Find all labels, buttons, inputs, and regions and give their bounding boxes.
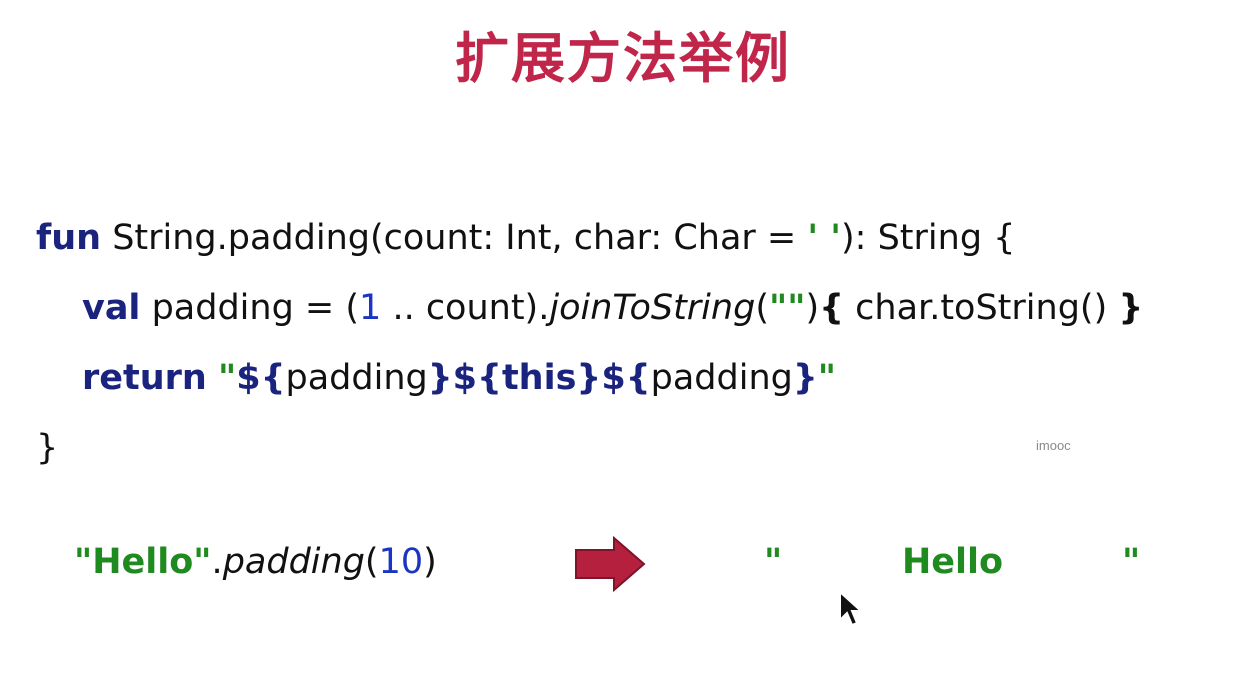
example-call: "Hello".padding(10) <box>74 534 437 590</box>
example-arg: 10 <box>378 542 424 582</box>
code-block: fun String.padding(count: Int, char: Cha… <box>36 212 1143 572</box>
watermark: imooc <box>1036 438 1071 453</box>
code-text: .. count). <box>381 288 550 328</box>
result-word: Hello <box>902 542 1004 582</box>
example-string: "Hello" <box>74 542 212 582</box>
slide: 扩展方法举例 fun String.padding(count: Int, ch… <box>0 0 1246 687</box>
template-close: } <box>427 358 453 398</box>
code-line-4: } <box>36 422 58 474</box>
keyword-val: val <box>82 288 141 328</box>
right-arrow-icon <box>575 536 646 592</box>
code-text: String.padding(count: Int, char: Char = <box>101 218 808 258</box>
keyword-fun: fun <box>36 218 102 258</box>
method-name: joinToString <box>549 288 756 328</box>
example-dot: . <box>211 542 223 582</box>
example-paren: ) <box>423 542 437 582</box>
number-literal: 1 <box>359 288 382 328</box>
string-quote: " <box>817 358 837 398</box>
template-open: ${ <box>236 358 286 398</box>
keyword-return: return <box>82 358 207 398</box>
result-quote-close: " <box>1122 542 1141 582</box>
code-line-1: fun String.padding(count: Int, char: Cha… <box>36 212 1015 264</box>
code-line-2: val padding = (1 .. count).joinToString(… <box>82 282 1143 334</box>
example-paren: ( <box>364 542 379 582</box>
template-close: } <box>576 358 602 398</box>
template-var: padding <box>650 358 793 398</box>
template-open: ${ <box>452 358 502 398</box>
slide-title: 扩展方法举例 <box>455 27 791 90</box>
template-close: } <box>792 358 818 398</box>
string-literal: "" <box>768 288 806 328</box>
result-quote-open: " <box>764 542 783 582</box>
code-text: ( <box>755 288 769 328</box>
code-text: padding = ( <box>140 288 360 328</box>
template-var-this: this <box>501 358 577 398</box>
template-var: padding <box>285 358 428 398</box>
lambda-brace-close: } <box>1118 288 1144 328</box>
template-open: ${ <box>601 358 651 398</box>
code-text: char.toString() <box>844 288 1119 328</box>
closing-brace: } <box>36 428 59 468</box>
example-method: padding <box>222 542 365 582</box>
mouse-cursor-icon <box>839 590 864 627</box>
code-text: ) <box>805 288 820 328</box>
string-quote: " <box>217 358 237 398</box>
char-literal: ' ' <box>807 218 842 258</box>
code-line-3: return "${padding}${this}${padding}" <box>82 352 836 404</box>
code-text: ): String { <box>841 218 1016 258</box>
lambda-brace-open: { <box>819 288 845 328</box>
